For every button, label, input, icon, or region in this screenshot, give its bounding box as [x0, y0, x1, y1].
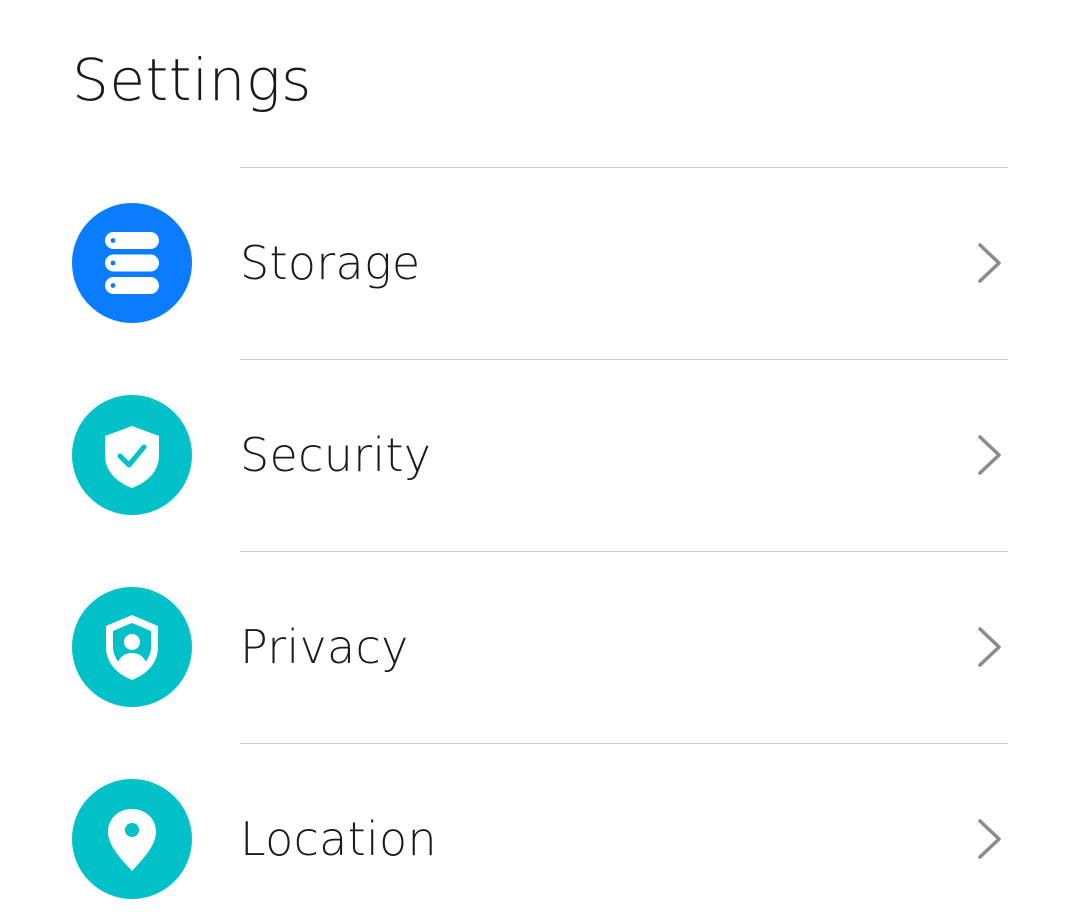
page-title: Settings	[72, 46, 312, 114]
privacy-icon	[106, 615, 158, 680]
settings-item-privacy[interactable]: Privacy	[0, 552, 1080, 743]
settings-item-label: Storage	[240, 236, 421, 290]
privacy-icon-badge	[72, 587, 192, 707]
chevron-right-icon	[978, 627, 1001, 667]
chevron-right-icon	[978, 819, 1001, 859]
settings-item-label: Security	[240, 428, 432, 482]
chevron-right-icon	[978, 435, 1001, 475]
storage-icon-badge	[72, 203, 192, 323]
settings-page: Settings Storage Security Privacy Locati…	[0, 0, 1080, 921]
shield-check-icon	[105, 426, 159, 488]
settings-item-location[interactable]: Location	[0, 744, 1080, 921]
settings-item-label: Location	[240, 812, 437, 866]
chevron-right-icon	[978, 243, 1001, 283]
security-icon-badge	[72, 395, 192, 515]
storage-icon	[105, 232, 159, 294]
settings-list: Storage Security Privacy Location	[0, 167, 1080, 921]
settings-item-label: Privacy	[240, 620, 409, 674]
settings-item-storage[interactable]: Storage	[0, 168, 1080, 359]
settings-item-security[interactable]: Security	[0, 360, 1080, 551]
location-pin-icon	[108, 809, 156, 871]
location-icon-badge	[72, 779, 192, 899]
